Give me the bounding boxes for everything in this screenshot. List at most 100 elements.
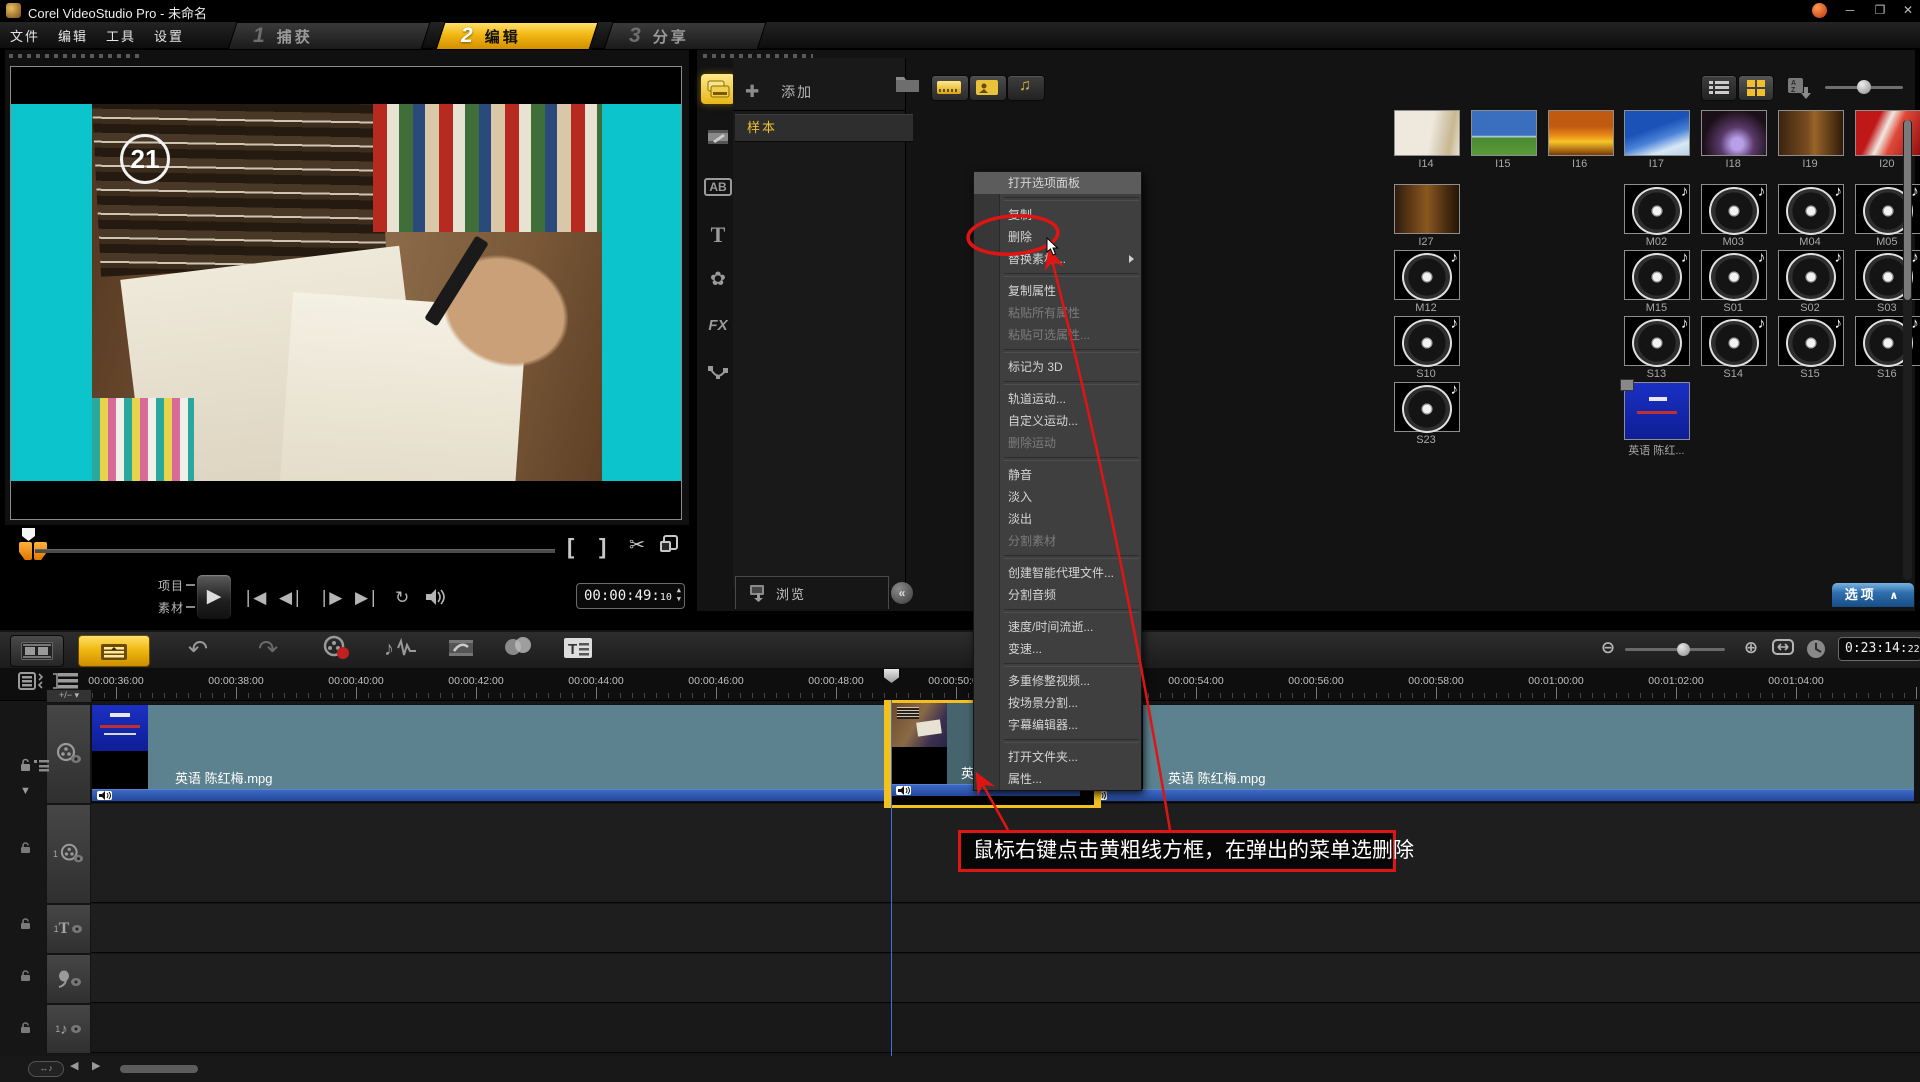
scroll-left-button[interactable]: ◀ bbox=[70, 1059, 78, 1072]
playhead[interactable] bbox=[891, 700, 892, 1056]
library-thumb-I27[interactable] bbox=[1394, 184, 1460, 234]
video-track-header[interactable] bbox=[46, 704, 91, 804]
browse-button[interactable]: 浏览 bbox=[735, 576, 889, 609]
step-edit[interactable]: 2 编辑 bbox=[435, 22, 598, 50]
context-menu-item-6[interactable]: 复制属性 bbox=[974, 280, 1141, 302]
repeat-button[interactable]: ↻ bbox=[395, 588, 409, 608]
motion-tracking-button[interactable] bbox=[500, 635, 536, 665]
record-capture-button[interactable] bbox=[318, 635, 354, 665]
title-track-lock-icon[interactable] bbox=[20, 918, 33, 930]
corel-guide-icon[interactable] bbox=[1812, 3, 1827, 18]
voice-track-lock-icon[interactable] bbox=[20, 970, 33, 982]
library-thumb-M04[interactable]: ♪ bbox=[1778, 184, 1844, 234]
timeline-view-button[interactable] bbox=[78, 635, 150, 667]
library-thumb-I15[interactable] bbox=[1471, 110, 1537, 156]
prev-frame-button[interactable]: ◀❘ bbox=[279, 588, 302, 608]
minimize-button[interactable]: ─ bbox=[1838, 2, 1862, 19]
library-thumb-S23[interactable]: ♪ bbox=[1394, 382, 1460, 432]
next-frame-button[interactable]: ❘▶ bbox=[317, 588, 340, 608]
library-thumb-M02[interactable]: ♪ bbox=[1624, 184, 1690, 234]
library-thumb-I18[interactable] bbox=[1701, 110, 1767, 156]
enlarge-preview-icon[interactable] bbox=[659, 534, 679, 560]
sound-mixer-button[interactable]: ♪ bbox=[383, 635, 419, 665]
options-button[interactable]: 选项 ∧ bbox=[1832, 583, 1914, 607]
library-thumb-S13[interactable]: ♪ bbox=[1624, 316, 1690, 366]
scrub-marker[interactable] bbox=[22, 528, 35, 541]
library-thumb-英语 陈红...[interactable] bbox=[1624, 382, 1690, 440]
menu-1[interactable]: 编辑 bbox=[58, 26, 88, 45]
timeline-timecode[interactable]: 0:23:14:22 bbox=[1838, 637, 1920, 661]
maximize-button[interactable]: ❐ bbox=[1868, 2, 1892, 19]
library-thumb-S10[interactable]: ♪ bbox=[1394, 316, 1460, 366]
context-menu-item-16[interactable]: 静音 bbox=[974, 464, 1141, 486]
context-menu-item-27[interactable]: 多重修整视频... bbox=[974, 670, 1141, 692]
context-menu-item-18[interactable]: 淡出 bbox=[974, 508, 1141, 530]
library-scrollbar[interactable] bbox=[1903, 120, 1912, 580]
context-menu-item-22[interactable]: 分割音频 bbox=[974, 584, 1141, 606]
context-menu-item-0[interactable]: 打开选项面板 bbox=[974, 172, 1141, 194]
video-track-lock-icon[interactable] bbox=[20, 758, 50, 770]
menu-0[interactable]: 文件 bbox=[10, 26, 40, 45]
library-thumb-I16[interactable] bbox=[1548, 110, 1614, 156]
timeline-clip-1[interactable]: 英语 陈红梅.mpg bbox=[92, 705, 890, 801]
overlay-track-lock-icon[interactable] bbox=[20, 842, 33, 854]
library-thumb-S15[interactable]: ♪ bbox=[1778, 316, 1844, 366]
library-thumb-S02[interactable]: ♪ bbox=[1778, 250, 1844, 300]
redo-button[interactable]: ↷ bbox=[253, 635, 283, 665]
context-menu-item-32[interactable]: 属性... bbox=[974, 768, 1141, 790]
context-menu-item-2[interactable]: 复制 bbox=[974, 204, 1141, 226]
library-thumb-M12[interactable]: ♪ bbox=[1394, 250, 1460, 300]
context-menu-item-17[interactable]: 淡入 bbox=[974, 486, 1141, 508]
context-menu-item-28[interactable]: 按场景分割... bbox=[974, 692, 1141, 714]
library-thumb-S01[interactable]: ♪ bbox=[1701, 250, 1767, 300]
project-mode-label[interactable]: 项目 bbox=[158, 577, 184, 594]
scroll-mode-button[interactable]: ↔♪ bbox=[28, 1061, 64, 1077]
title-track-header[interactable]: 1T bbox=[46, 904, 91, 954]
fit-project-icon[interactable] bbox=[1772, 638, 1794, 660]
split-clip-icon[interactable]: ✂ bbox=[629, 534, 645, 557]
subtitle-editor-button[interactable]: T bbox=[560, 635, 596, 665]
library-thumb-I19[interactable] bbox=[1778, 110, 1844, 156]
context-menu-item-12[interactable]: 轨道运动... bbox=[974, 388, 1141, 410]
auto-music-button[interactable] bbox=[443, 635, 479, 665]
seek-bar[interactable] bbox=[35, 549, 555, 553]
mark-in-button[interactable]: [ bbox=[567, 534, 574, 560]
context-menu-item-25[interactable]: 变速... bbox=[974, 638, 1141, 660]
collapse-library-button[interactable]: « bbox=[891, 582, 913, 604]
library-thumb-S14[interactable]: ♪ bbox=[1701, 316, 1767, 366]
library-thumb-M15[interactable]: ♪ bbox=[1624, 250, 1690, 300]
timeline-zoom-slider[interactable] bbox=[1625, 648, 1725, 651]
context-menu-item-31[interactable]: 打开文件夹... bbox=[974, 746, 1141, 768]
library-thumb-M03[interactable]: ♪ bbox=[1701, 184, 1767, 234]
scroll-right-button[interactable]: ▶ bbox=[92, 1059, 100, 1072]
title-track-lane[interactable] bbox=[91, 904, 1920, 953]
undo-button[interactable]: ↶ bbox=[183, 635, 213, 665]
music-track-lock-icon[interactable] bbox=[20, 1022, 33, 1034]
end-button[interactable]: ▶❘ bbox=[355, 588, 378, 608]
voice-track-header[interactable] bbox=[46, 954, 91, 1004]
collapse-track-chevron[interactable]: ▼ bbox=[20, 785, 31, 797]
context-menu-item-29[interactable]: 字幕编辑器... bbox=[974, 714, 1141, 736]
music-track-lane[interactable] bbox=[91, 1004, 1920, 1053]
mark-out-button[interactable]: ] bbox=[599, 534, 606, 560]
zoom-in-icon[interactable]: ⊕ bbox=[1740, 638, 1762, 660]
library-thumb-I14[interactable] bbox=[1394, 110, 1460, 156]
context-menu-item-10[interactable]: 标记为 3D bbox=[974, 356, 1141, 378]
clip-mode-label[interactable]: 素材 bbox=[158, 599, 184, 616]
timeline-ruler[interactable]: 00:00:36:0000:00:38:0000:00:40:0000:00:4… bbox=[0, 668, 1920, 701]
play-button[interactable]: ▶ bbox=[196, 574, 232, 620]
voice-track-lane[interactable] bbox=[91, 954, 1920, 1003]
timecode-spinner[interactable]: ▲▼ bbox=[677, 586, 681, 604]
step-capture[interactable]: 1 捕获 bbox=[227, 22, 430, 50]
close-button[interactable]: ✕ bbox=[1896, 2, 1920, 19]
context-menu-item-21[interactable]: 创建智能代理文件... bbox=[974, 562, 1141, 584]
music-track-header[interactable]: 1♪ bbox=[46, 1004, 91, 1054]
library-thumb-I17[interactable] bbox=[1624, 110, 1690, 156]
timeline-clip-3[interactable]: 英语 陈红梅.mpg bbox=[1087, 705, 1914, 801]
context-menu-item-13[interactable]: 自定义运动... bbox=[974, 410, 1141, 432]
zoom-slider-knob[interactable] bbox=[1677, 643, 1690, 656]
storyboard-view-button[interactable] bbox=[10, 635, 64, 667]
step-share[interactable]: 3 分享 bbox=[603, 22, 766, 50]
overlay-track-header[interactable]: 1 bbox=[46, 804, 91, 904]
menu-2[interactable]: 工具 bbox=[106, 26, 136, 45]
